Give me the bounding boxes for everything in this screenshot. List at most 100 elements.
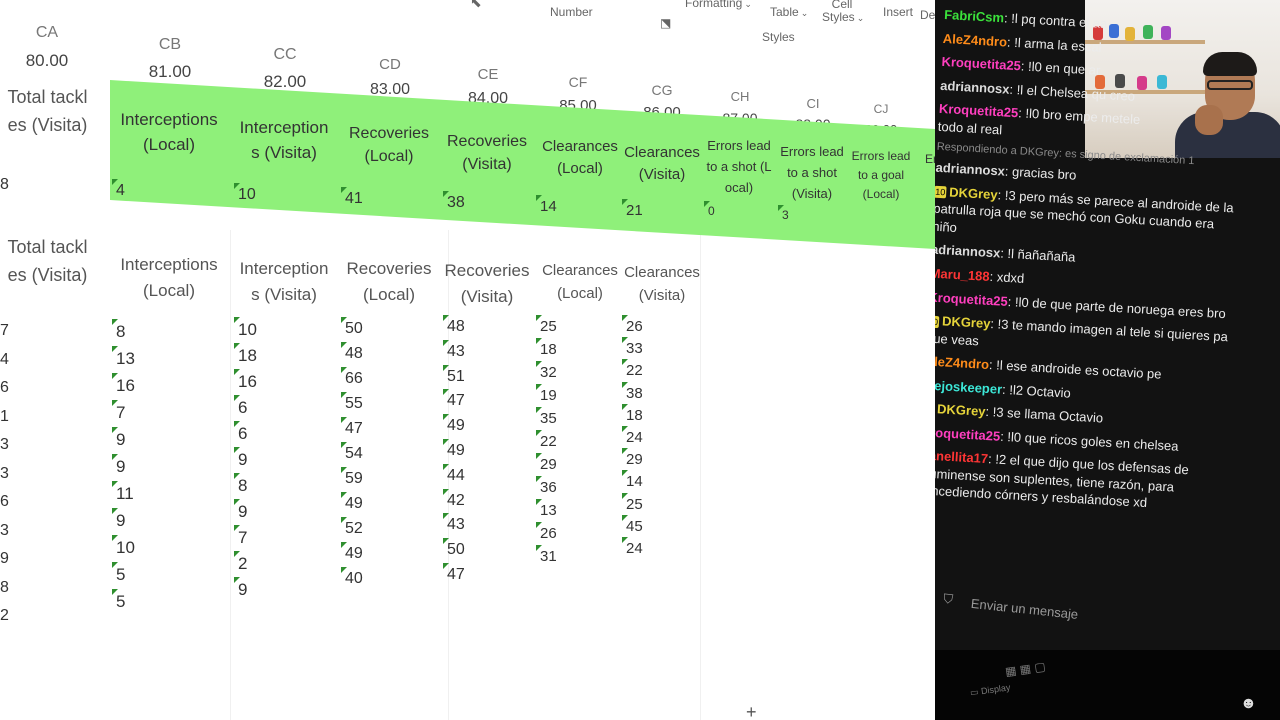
data-cell[interactable]: 13	[112, 346, 135, 369]
data-cell[interactable]: 10	[234, 183, 256, 204]
left-col-value[interactable]: 6	[0, 493, 9, 511]
data-cell[interactable]: 47	[443, 563, 465, 584]
data-cell[interactable]: 0	[704, 201, 715, 218]
data-cell[interactable]: 49	[341, 542, 363, 563]
data-cell[interactable]: 50	[341, 317, 363, 338]
stream-chat-overlay[interactable]: FabriCsm: !l pq contra el aa AleZ4ndro: !…	[935, 0, 1280, 720]
chat-message[interactable]: Canellita17: !2 el que dijo que los defe…	[935, 447, 1225, 517]
chat-username[interactable]: Kroquetita25	[935, 289, 1008, 308]
data-cell[interactable]: 66	[341, 367, 363, 388]
data-cell[interactable]: 29	[622, 448, 643, 468]
data-cell[interactable]: 42	[443, 488, 465, 510]
chat-username[interactable]: DKGrey	[937, 402, 986, 420]
chat-username[interactable]: adriannosx	[935, 160, 1005, 179]
data-cell[interactable]: 52	[341, 517, 363, 538]
column-letter[interactable]: CD	[365, 56, 415, 73]
data-cell[interactable]: 29	[536, 453, 557, 473]
left-col-value[interactable]: 1	[0, 408, 9, 426]
chat-username[interactable]: DKGrey	[942, 313, 991, 331]
green-header-cell[interactable]: Interceptions (Visita)	[236, 116, 332, 165]
data-cell[interactable]: 3	[778, 205, 789, 222]
chat-toolbar-icon[interactable]: ▢	[1033, 659, 1046, 674]
data-cell[interactable]: 45	[622, 514, 643, 535]
data-cell[interactable]: 9	[111, 427, 125, 450]
data-cell[interactable]: 31	[536, 545, 557, 565]
data-cell[interactable]: 44	[443, 463, 465, 485]
second-header-cell[interactable]: Clearances (Visita)	[624, 262, 700, 307]
left-col-value[interactable]: 4	[0, 351, 9, 369]
green-header-cell[interactable]: Clearances (Visita)	[624, 142, 700, 186]
left-col-value[interactable]: 3	[0, 436, 9, 454]
data-cell[interactable]: 26	[622, 315, 643, 335]
data-cell[interactable]: 8	[111, 319, 125, 342]
ribbon-number-launcher-icon[interactable]: ⬔	[660, 16, 671, 30]
data-cell[interactable]: 10	[112, 535, 135, 558]
data-cell[interactable]: 16	[234, 369, 257, 392]
left-col-value[interactable]: 9	[0, 550, 9, 568]
second-header-cell[interactable]: Recoveries (Visita)	[442, 258, 532, 309]
data-cell[interactable]: 25	[622, 492, 643, 513]
green-header-cell[interactable]: Errors lead to a goal (Local)	[851, 147, 911, 205]
data-cell[interactable]: 19	[536, 384, 557, 404]
data-cell[interactable]: 43	[443, 339, 465, 361]
data-cell[interactable]: 6	[233, 421, 247, 444]
display-label[interactable]: ▭ Display	[969, 682, 1011, 699]
green-header-cell[interactable]: Interceptions (Local)	[118, 108, 220, 157]
ribbon-table-label[interactable]: Table ⌄	[770, 5, 808, 19]
data-cell[interactable]: 24	[622, 537, 643, 557]
emoji-icon[interactable]: ☻	[1240, 695, 1257, 713]
data-cell[interactable]: 16	[112, 373, 135, 396]
data-cell[interactable]: 47	[341, 417, 363, 438]
chat-username[interactable]: Kroquetita25	[935, 424, 1001, 443]
data-cell[interactable]: 9	[233, 577, 247, 600]
green-header-cell[interactable]: Recoveries (Local)	[343, 122, 435, 168]
data-cell[interactable]: 18	[622, 403, 643, 424]
ribbon-delete-label[interactable]: Del	[920, 8, 935, 22]
data-cell[interactable]: 38	[622, 381, 643, 402]
data-cell[interactable]: 43	[443, 513, 465, 534]
chat-toolbar-icon[interactable]: ▦	[1004, 663, 1017, 678]
data-cell[interactable]: 38	[443, 191, 465, 212]
data-cell[interactable]: 25	[536, 315, 557, 335]
chat-message[interactable]: Kroquetita25: !l0 bro empe metele todo a…	[937, 100, 1144, 146]
green-header-cell[interactable]: Clearances (Local)	[537, 136, 623, 180]
second-header-cell[interactable]: Interceptions (Local)	[118, 252, 220, 303]
data-cell[interactable]: 14	[536, 195, 557, 215]
data-cell[interactable]: 22	[622, 359, 643, 379]
chat-username[interactable]: adriannosx	[935, 242, 1001, 261]
ribbon-cell-styles-label[interactable]: Cell Styles ⌄	[822, 0, 864, 24]
data-cell[interactable]: 5	[111, 589, 125, 612]
data-cell[interactable]: 41	[341, 187, 363, 208]
data-cell[interactable]: 11	[112, 481, 134, 504]
column-letter[interactable]: CA	[22, 24, 72, 42]
ribbon-insert-label[interactable]: Insert	[883, 5, 913, 19]
data-cell[interactable]: 13	[536, 499, 557, 519]
left-col-value[interactable]: 8	[0, 579, 9, 597]
chat-username[interactable]: adriannosx	[940, 78, 1010, 97]
chat-toolbar-icon[interactable]: ▦	[1019, 661, 1032, 676]
data-cell[interactable]: 59	[341, 467, 363, 488]
green-header-cell[interactable]: Recoveries (Visita)	[442, 130, 532, 176]
ribbon-formatting-label[interactable]: Formatting ⌄	[685, 0, 752, 10]
data-cell[interactable]: 55	[341, 392, 363, 413]
data-cell[interactable]: 21	[622, 199, 643, 219]
data-cell[interactable]: 26	[536, 522, 557, 542]
chat-username[interactable]: DKGrey	[949, 184, 998, 202]
left-col-value[interactable]: 2	[0, 607, 9, 625]
data-cell[interactable]: 9	[111, 508, 125, 531]
data-cell[interactable]: 49	[443, 439, 465, 460]
column-letter[interactable]: CJ	[856, 102, 906, 116]
data-cell[interactable]: 49	[443, 414, 465, 435]
column-letter[interactable]: CH	[715, 89, 765, 104]
data-cell[interactable]: 35	[536, 407, 557, 427]
data-cell[interactable]: 8	[233, 473, 247, 496]
left-col-value[interactable]: 7	[0, 322, 9, 340]
chat-username[interactable]: Kroquetita25	[939, 101, 1019, 120]
second-header-cell[interactable]: Interceptions (Visita)	[236, 256, 332, 307]
chat-message[interactable]: 10 DKGrey: !3 pero más se parece al andro…	[935, 183, 1239, 253]
data-cell[interactable]: 48	[341, 342, 363, 363]
ribbon-number-label[interactable]: Number	[550, 5, 593, 19]
second-header-cell[interactable]: Recoveries (Local)	[343, 256, 435, 307]
data-cell[interactable]: 9	[111, 454, 125, 477]
left-col-value[interactable]: 3	[0, 522, 9, 540]
